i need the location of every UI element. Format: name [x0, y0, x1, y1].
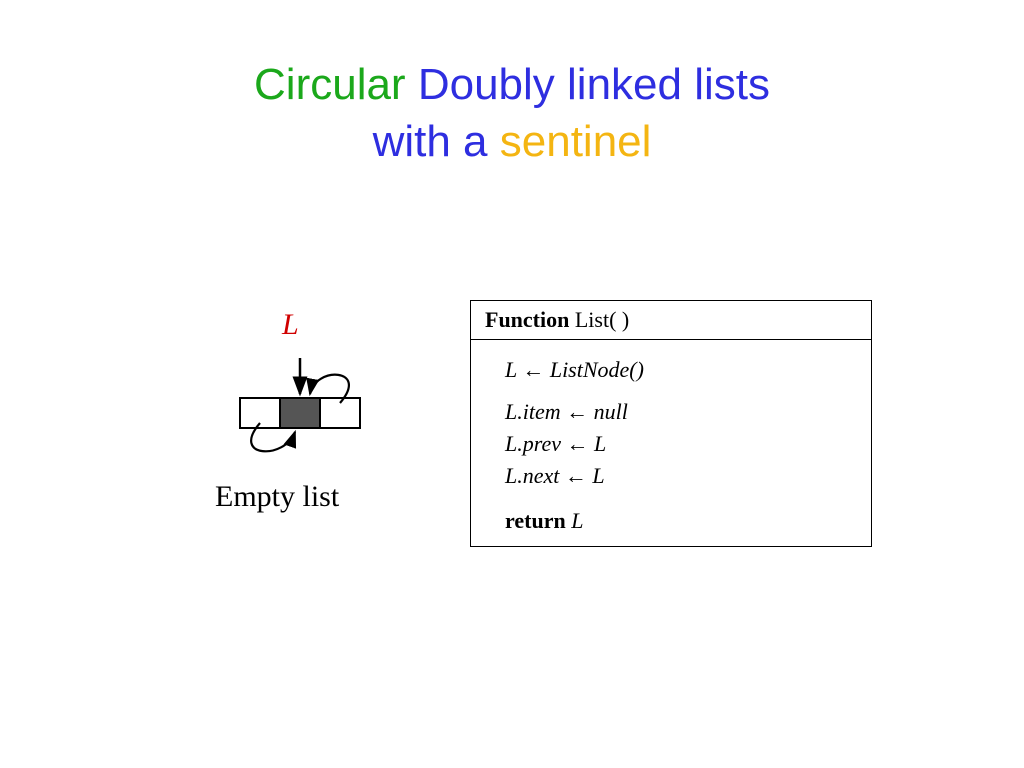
- slide-title: Circular Doubly linked lists with a sent…: [0, 0, 1024, 170]
- function-name: List( ): [575, 307, 629, 332]
- title-part-with: with a: [373, 117, 488, 166]
- function-header: Function List( ): [471, 301, 871, 340]
- code-line-2: L.item ← null: [505, 396, 857, 428]
- title-part-sentinel: sentinel: [500, 117, 652, 166]
- title-part-dll: Doubly linked lists: [418, 60, 770, 109]
- code-line-3: L.prev ← L: [505, 428, 857, 460]
- code-line-4: L.next ← L: [505, 460, 857, 492]
- pseudocode-box: Function List( ) L ← ListNode() L.item ←…: [470, 300, 872, 547]
- node-svg: [210, 348, 410, 478]
- return-value: L: [571, 508, 583, 533]
- keyword-return: return: [505, 508, 566, 533]
- diagram-caption: Empty list: [215, 480, 339, 514]
- function-body: L ← ListNode() L.item ← null L.prev ← L …: [471, 340, 871, 500]
- keyword-function: Function: [485, 307, 569, 332]
- content-area: L Empty list Function List( ): [0, 290, 1024, 690]
- code-line-1: L ← ListNode(): [505, 354, 857, 386]
- title-part-circular: Circular: [254, 60, 406, 109]
- return-line: return L: [471, 500, 871, 546]
- pointer-label-L: L: [282, 308, 299, 342]
